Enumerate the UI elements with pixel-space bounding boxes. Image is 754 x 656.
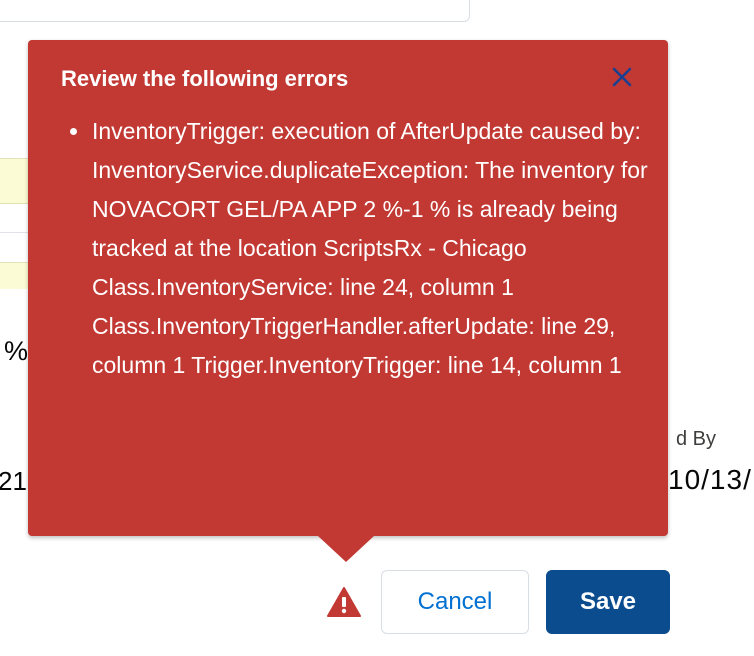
warning-icon[interactable] bbox=[326, 586, 362, 618]
error-popover: Review the following errors InventoryTri… bbox=[28, 40, 668, 562]
background-date-text: 10/13/ bbox=[668, 464, 752, 495]
save-button[interactable]: Save bbox=[546, 570, 670, 634]
error-popover-title: Review the following errors bbox=[61, 66, 349, 91]
close-button[interactable] bbox=[604, 60, 640, 94]
close-icon bbox=[612, 67, 632, 87]
background-percent-text: % bbox=[4, 336, 29, 366]
error-list: InventoryTrigger: execution of AfterUpda… bbox=[70, 112, 652, 385]
error-message: InventoryTrigger: execution of AfterUpda… bbox=[70, 112, 652, 385]
cancel-button[interactable]: Cancel bbox=[381, 570, 529, 634]
background-number-text: 21 bbox=[0, 466, 27, 496]
background-column-label: d By bbox=[676, 428, 717, 450]
background-input-field[interactable] bbox=[0, 0, 470, 22]
